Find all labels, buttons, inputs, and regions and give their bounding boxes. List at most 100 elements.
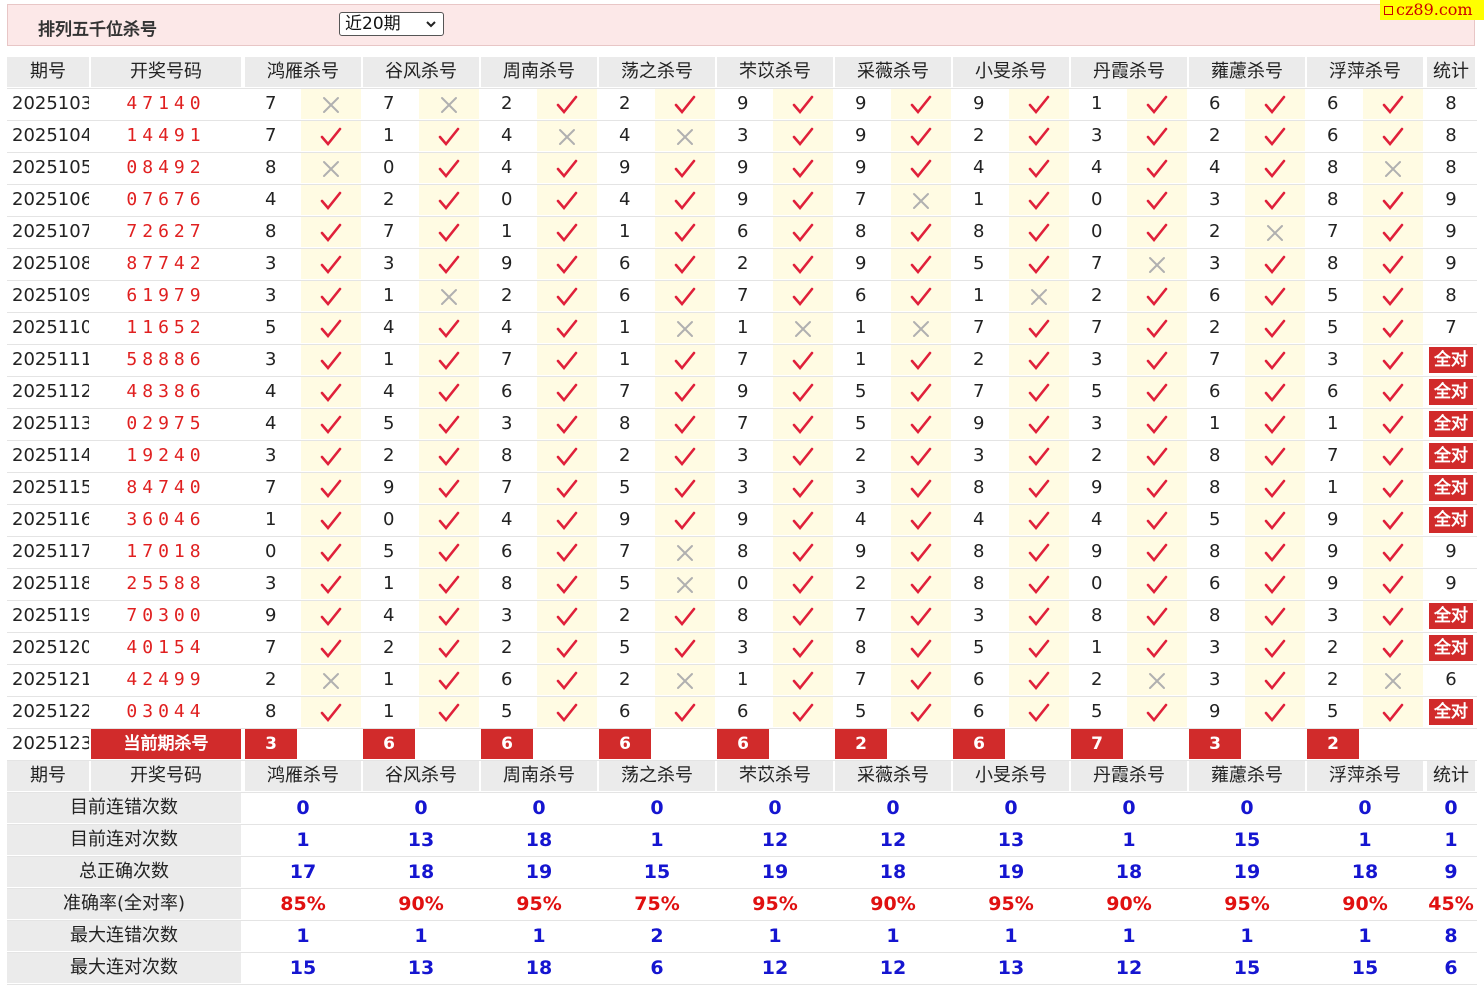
kill-number: 7 — [953, 377, 1009, 407]
check-icon — [792, 511, 814, 531]
result-mark — [301, 633, 361, 663]
kill-number: 2 — [481, 633, 537, 663]
check-icon — [910, 287, 932, 307]
summary-value: 1 — [1071, 825, 1187, 855]
check-icon — [438, 191, 460, 211]
check-icon — [1028, 479, 1050, 499]
result-mark — [301, 313, 361, 343]
kill-number: 6 — [953, 665, 1009, 695]
result-mark — [655, 569, 715, 599]
result-mark — [419, 249, 479, 279]
result-mark — [773, 537, 833, 567]
check-icon — [910, 543, 932, 563]
header-expert: 采薇杀号 — [835, 57, 951, 87]
result-mark — [773, 409, 833, 439]
cross-icon — [677, 321, 693, 337]
page-title: 排列五千位杀号 — [38, 20, 157, 40]
kill-number: 2 — [953, 121, 1009, 151]
result-mark — [301, 249, 361, 279]
kill-number: 7 — [245, 121, 301, 151]
result-mark — [537, 217, 597, 247]
result-mark — [655, 217, 715, 247]
result-mark — [1127, 121, 1187, 151]
result-mark — [1363, 121, 1423, 151]
logo-text: cz89.com — [1396, 0, 1473, 19]
draw-number: 40154 — [126, 637, 206, 658]
check-icon — [792, 639, 814, 659]
row-divider — [7, 664, 1477, 665]
kill-number: 9 — [1307, 505, 1363, 535]
kill-number: 5 — [363, 537, 419, 567]
stat-count: 8 — [1427, 153, 1475, 183]
check-icon — [1382, 255, 1404, 275]
row-divider — [7, 728, 1477, 729]
check-icon — [320, 639, 342, 659]
kill-number: 7 — [481, 345, 537, 375]
result-mark — [419, 345, 479, 375]
result-mark — [655, 281, 715, 311]
kill-number: 8 — [953, 473, 1009, 503]
check-icon — [1264, 607, 1286, 627]
header-expert: 鸿雁杀号 — [245, 57, 361, 87]
kill-number: 7 — [835, 601, 891, 631]
stat-count: 8 — [1427, 121, 1475, 151]
summary-value: 0 — [1189, 793, 1305, 823]
kill-number: 4 — [481, 153, 537, 183]
check-icon — [1028, 383, 1050, 403]
kill-number: 2 — [363, 441, 419, 471]
kill-number: 6 — [1189, 89, 1245, 119]
result-mark — [537, 601, 597, 631]
result-mark — [537, 633, 597, 663]
summary-value: 0 — [717, 793, 833, 823]
check-icon — [674, 287, 696, 307]
row-divider — [7, 632, 1477, 633]
cross-icon — [323, 673, 339, 689]
kill-number: 9 — [1307, 537, 1363, 567]
result-mark — [655, 473, 715, 503]
draw-number: 02975 — [126, 413, 206, 434]
summary-value: 6 — [599, 953, 715, 983]
header-expert: 丹霞杀号 — [1071, 761, 1187, 791]
check-icon — [792, 159, 814, 179]
summary-row: 最大连对次数 15 13 18 6 12 12 13 12 15 15 6 — [7, 953, 1477, 983]
check-icon — [438, 671, 460, 691]
check-icon — [438, 575, 460, 595]
check-icon — [910, 159, 932, 179]
row-divider — [7, 184, 1477, 185]
kill-number: 4 — [363, 313, 419, 343]
summary-value: 0 — [1071, 793, 1187, 823]
all-correct-badge: 全对 — [1427, 473, 1475, 503]
kill-number: 6 — [1307, 89, 1363, 119]
check-icon — [792, 95, 814, 115]
result-mark — [1363, 537, 1423, 567]
check-icon — [556, 447, 578, 467]
header-expert: 浮萍杀号 — [1307, 761, 1423, 791]
period-cell: 2025114 — [7, 441, 89, 471]
range-select[interactable]: 近20期 — [339, 12, 444, 36]
kill-number: 7 — [481, 473, 537, 503]
check-icon — [1264, 671, 1286, 691]
result-mark — [891, 537, 951, 567]
summary-value: 18 — [1071, 857, 1187, 887]
result-mark — [301, 185, 361, 215]
check-icon — [1028, 671, 1050, 691]
result-mark — [419, 569, 479, 599]
result-mark — [891, 89, 951, 119]
site-logo[interactable]: cz89.com — [1380, 0, 1484, 20]
kill-number: 8 — [1189, 441, 1245, 471]
kill-number: 8 — [835, 217, 891, 247]
header-expert: 谷风杀号 — [363, 761, 479, 791]
result-mark — [773, 697, 833, 727]
kill-number: 9 — [717, 505, 773, 535]
table-row: 2025122 03044 8 1 5 6 6 5 6 5 9 5 全对 — [7, 697, 1477, 727]
row-divider — [7, 248, 1477, 249]
kill-number: 8 — [953, 537, 1009, 567]
check-icon — [1146, 319, 1168, 339]
summary-value: 13 — [953, 953, 1069, 983]
kill-number: 4 — [953, 505, 1009, 535]
check-icon — [910, 479, 932, 499]
result-mark — [773, 473, 833, 503]
kill-number: 6 — [481, 537, 537, 567]
table-row: 2025109 61979 3 1 2 6 7 6 1 2 6 5 8 — [7, 281, 1477, 311]
row-divider — [7, 376, 1477, 377]
